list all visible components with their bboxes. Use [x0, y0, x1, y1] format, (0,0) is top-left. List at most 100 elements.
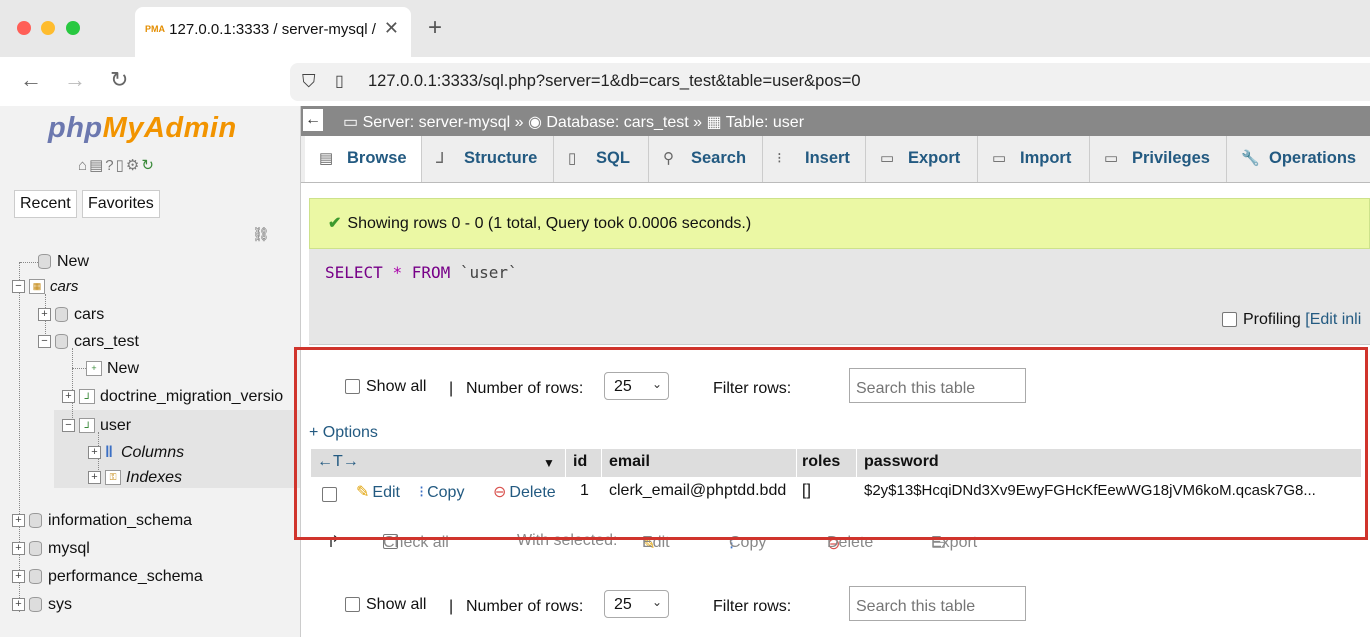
- forward-arrow-icon[interactable]: →: [64, 67, 86, 93]
- tree-item-new[interactable]: New: [38, 253, 89, 271]
- reload-icon[interactable]: ↻: [110, 67, 128, 93]
- tree-item-columns[interactable]: + ‖ Columns: [88, 444, 184, 462]
- tab-browse[interactable]: ▤ Browse: [305, 136, 422, 182]
- profiling-checkbox[interactable]: [1222, 312, 1237, 328]
- database-icon: [29, 597, 42, 613]
- tree-item-mysql[interactable]: + mysql: [12, 540, 90, 558]
- address-bar[interactable]: ⛉ ▯ 127.0.0.1:3333/sql.php?server=1&db=c…: [290, 63, 1370, 101]
- quick-icons: ⌂▤?▯⚙↻: [78, 156, 156, 174]
- expand-icon[interactable]: +: [38, 308, 51, 322]
- database-group-icon: ▦: [29, 279, 45, 295]
- new-table-icon: +: [86, 361, 102, 377]
- cell-email[interactable]: clerk_email@phptdd.bdd: [609, 482, 786, 500]
- sort-dropdown-icon[interactable]: ▼: [543, 456, 555, 470]
- column-header-id[interactable]: id: [573, 453, 587, 471]
- show-all-checkbox[interactable]: [345, 597, 360, 613]
- show-all-option[interactable]: Show all: [345, 378, 426, 396]
- tree-item-cars-root[interactable]: − ▦ cars: [12, 278, 78, 296]
- page-icon: ▯: [335, 73, 344, 90]
- search-icon: ⚲: [663, 150, 674, 167]
- tab-export[interactable]: ▭ Export: [866, 136, 978, 182]
- expand-icon[interactable]: +: [12, 570, 25, 584]
- collapse-icon[interactable]: −: [12, 280, 25, 294]
- column-resize-arrows-icon[interactable]: ←T→: [317, 453, 359, 471]
- tab-import[interactable]: ▭ Import: [978, 136, 1090, 182]
- link-chain-icon[interactable]: ⛓: [252, 226, 270, 243]
- row-checkbox[interactable]: [322, 486, 343, 504]
- show-all-checkbox[interactable]: [345, 379, 360, 395]
- delete-row-link[interactable]: ⊖ Delete: [493, 482, 556, 502]
- recent-tab[interactable]: Recent: [14, 190, 77, 218]
- filter-rows-input[interactable]: [849, 368, 1026, 403]
- column-header-roles[interactable]: roles: [802, 453, 840, 471]
- column-header-email[interactable]: email: [609, 453, 650, 471]
- cell-password[interactable]: $2y$13$HcqiDNd3Xv9EwyFGHcKfEewWG18jVM6ko…: [864, 482, 1316, 499]
- new-tab-icon[interactable]: +: [428, 14, 442, 42]
- profiling-option: Profiling [Edit inli: [1222, 311, 1361, 329]
- home-icon[interactable]: ⌂: [78, 157, 89, 174]
- settings-gear-icon[interactable]: ⚙: [126, 157, 141, 174]
- breadcrumb-table[interactable]: Table: user: [726, 114, 804, 131]
- indexes-icon: ⚿: [105, 470, 121, 486]
- table-controls-bottom: Show all | Number of rows: 25 ⌄ Filter ro…: [345, 586, 1365, 626]
- maximize-window-button[interactable]: [66, 21, 80, 35]
- options-link[interactable]: + Options: [309, 424, 378, 442]
- expand-icon[interactable]: +: [12, 542, 25, 556]
- minimize-window-button[interactable]: [41, 21, 55, 35]
- tree-item-cars[interactable]: + cars: [38, 306, 104, 324]
- tree-item-new-table[interactable]: + New: [86, 360, 139, 378]
- filter-rows-input[interactable]: [849, 586, 1026, 621]
- edit-row-link[interactable]: ✎ Edit: [356, 482, 400, 502]
- with-selected-label: With selected:: [517, 532, 618, 549]
- close-window-button[interactable]: [17, 21, 31, 35]
- tree-item-cars-test[interactable]: − cars_test: [38, 333, 139, 351]
- expand-icon[interactable]: +: [88, 471, 101, 485]
- cell-roles[interactable]: []: [802, 482, 811, 500]
- tree-item-doctrine-migration[interactable]: + ⅃ doctrine_migration_versio: [62, 388, 283, 406]
- tab-search[interactable]: ⚲ Search: [649, 136, 763, 182]
- tab-sql[interactable]: ▯ SQL: [554, 136, 649, 182]
- tree-item-performance-schema[interactable]: + performance_schema: [12, 568, 203, 586]
- shield-icon[interactable]: ⛉: [302, 71, 316, 92]
- expand-icon[interactable]: +: [12, 514, 25, 528]
- expand-icon[interactable]: +: [88, 446, 101, 460]
- edit-inline-link[interactable]: [Edit inli: [1305, 311, 1361, 328]
- tree-item-user[interactable]: − ⅃ user: [62, 417, 131, 435]
- number-of-rows-select[interactable]: 25 ⌄: [604, 372, 669, 400]
- tab-privileges[interactable]: ▭ Privileges: [1090, 136, 1227, 182]
- breadcrumb-database[interactable]: Database: cars_test: [546, 114, 688, 131]
- show-all-option[interactable]: Show all: [345, 596, 426, 614]
- back-arrow-icon[interactable]: ←: [20, 67, 42, 93]
- logout-icon[interactable]: ▤: [89, 157, 105, 174]
- tab-close-icon[interactable]: ✕: [384, 18, 399, 39]
- browser-tab[interactable]: PMA 127.0.0.1:3333 / server-mysql / c ✕: [135, 7, 411, 57]
- column-header-password[interactable]: password: [864, 453, 939, 471]
- database-icon: [29, 513, 42, 529]
- breadcrumb-server[interactable]: Server: server-mysql: [363, 114, 511, 131]
- favorites-tab[interactable]: Favorites: [82, 190, 160, 218]
- tab-structure[interactable]: ⅃ Structure: [422, 136, 554, 182]
- table-icon: ⅃: [79, 389, 95, 405]
- docs-icon[interactable]: ▯: [116, 157, 126, 174]
- columns-icon: ‖: [105, 444, 113, 461]
- collapse-nav-arrow-icon[interactable]: ←: [303, 109, 323, 131]
- tree-item-sys[interactable]: + sys: [12, 596, 72, 614]
- collapse-icon[interactable]: −: [38, 335, 51, 349]
- tree-item-indexes[interactable]: + ⚿ Indexes: [88, 469, 182, 487]
- number-of-rows-select[interactable]: 25 ⌄: [604, 590, 669, 618]
- tab-operations[interactable]: 🔧 Operations: [1227, 136, 1370, 182]
- tree-item-information-schema[interactable]: + information_schema: [12, 512, 192, 530]
- reload-nav-icon[interactable]: ↻: [141, 157, 156, 174]
- phpmyadmin-logo[interactable]: phpMyAdmin: [48, 112, 237, 145]
- copy-row-link[interactable]: ⁝ Copy: [419, 482, 464, 502]
- filter-rows-label: Filter rows:: [713, 598, 792, 615]
- cell-id[interactable]: 1: [580, 482, 589, 500]
- sql-query[interactable]: SELECT * FROM `user`: [325, 263, 518, 282]
- expand-icon[interactable]: +: [62, 390, 75, 404]
- expand-icon[interactable]: +: [12, 598, 25, 612]
- help-icon[interactable]: ?: [105, 157, 115, 174]
- tree-line: [19, 262, 20, 612]
- browser-nav-bar: ← → ↻ ⛉ ▯ 127.0.0.1:3333/sql.php?server=…: [0, 57, 1370, 107]
- collapse-icon[interactable]: −: [62, 419, 75, 433]
- tab-insert[interactable]: ⁝ Insert: [763, 136, 866, 182]
